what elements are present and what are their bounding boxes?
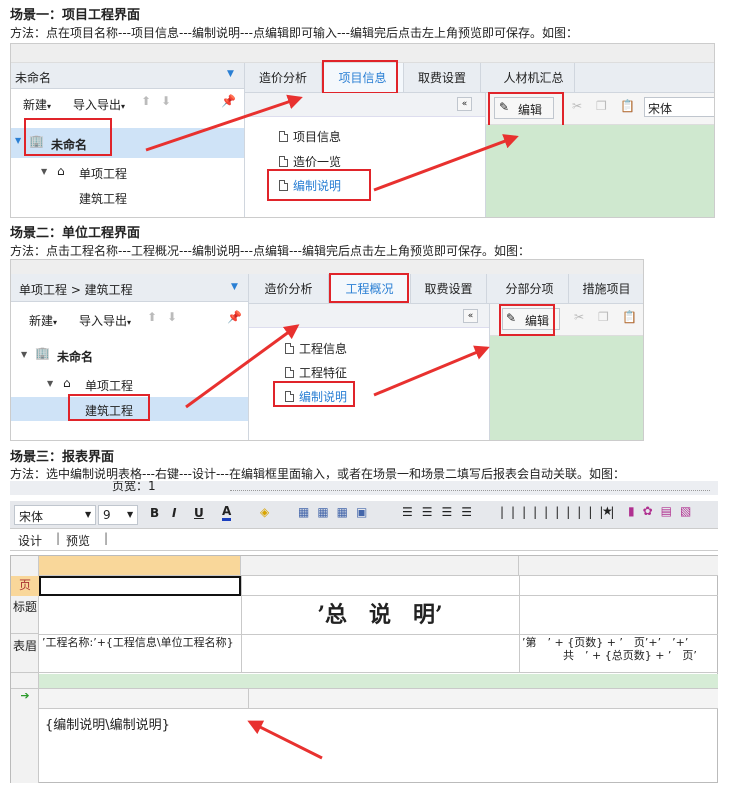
annotation-arrows [145, 94, 519, 760]
arrow-5 [247, 720, 323, 760]
arrow-2 [373, 134, 519, 192]
arrow-4 [373, 345, 490, 397]
arrow-1 [145, 94, 303, 152]
arrow-3 [185, 324, 300, 409]
